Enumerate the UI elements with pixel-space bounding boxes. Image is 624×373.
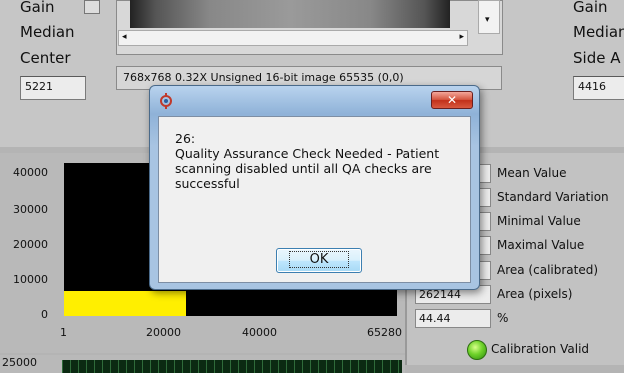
percent-field: 44.44 bbox=[415, 309, 491, 328]
x-tick-20000: 20000 bbox=[146, 326, 181, 339]
y-tick-20000: 20000 bbox=[13, 238, 48, 251]
calibration-valid-label: Calibration Valid bbox=[491, 342, 590, 356]
ok-button[interactable]: OK bbox=[276, 248, 362, 273]
app-icon bbox=[160, 93, 172, 109]
close-icon: ✕ bbox=[446, 93, 458, 107]
area-calibrated-label: Area (calibrated) bbox=[497, 263, 599, 277]
scroll-down-icon[interactable]: ▾ bbox=[485, 15, 490, 25]
maximal-value-label: Maximal Value bbox=[497, 238, 585, 252]
image-horizontal-scrollbar[interactable]: ◂ ▸ bbox=[118, 30, 468, 46]
left-gain-button[interactable] bbox=[84, 0, 100, 14]
x-tick-65280: 65280 bbox=[367, 326, 402, 339]
right-median-label: Median bbox=[573, 23, 624, 41]
y-tick-40000: 40000 bbox=[13, 166, 48, 179]
dialog-message: 26: Quality Assurance Check Needed - Pat… bbox=[175, 131, 465, 191]
image-preview bbox=[130, 0, 450, 28]
standard-variation-label: Standard Variation bbox=[497, 190, 609, 204]
minimal-value-label: Minimal Value bbox=[497, 214, 581, 228]
dialog-body: 26: Quality Assurance Check Needed - Pat… bbox=[158, 116, 471, 283]
dialog-close-button[interactable]: ✕ bbox=[431, 91, 473, 109]
histogram-fill bbox=[64, 291, 186, 316]
left-median-label: Median bbox=[20, 23, 75, 41]
image-vertical-scrollbar[interactable]: ▾ bbox=[478, 0, 500, 34]
y-tick-0: 0 bbox=[41, 308, 48, 321]
side-a-value-field[interactable]: 4416 bbox=[573, 76, 624, 100]
percent-label: % bbox=[497, 311, 509, 325]
left-center-label: Center bbox=[20, 49, 71, 67]
left-gain-label: Gain bbox=[20, 0, 55, 16]
x-tick-1: 1 bbox=[60, 326, 67, 339]
bottom-graph-plot bbox=[62, 360, 402, 373]
calibration-led-icon bbox=[467, 340, 487, 360]
scroll-left-icon[interactable]: ◂ bbox=[122, 32, 127, 42]
y-tick-10000: 10000 bbox=[13, 273, 48, 286]
mean-value-label: Mean Value bbox=[497, 166, 567, 180]
area-pixels-label: Area (pixels) bbox=[497, 287, 573, 301]
right-gain-label: Gain bbox=[573, 0, 608, 16]
ok-button-label: OK bbox=[288, 251, 350, 268]
dialog-message-code: 26: bbox=[175, 131, 196, 146]
dialog-message-text: Quality Assurance Check Needed - Patient… bbox=[175, 146, 440, 191]
bottom-y-tick: 25000 bbox=[2, 356, 37, 369]
scroll-right-icon[interactable]: ▸ bbox=[459, 32, 464, 42]
center-value-field[interactable]: 5221 bbox=[20, 76, 86, 100]
error-dialog: ✕ 26: Quality Assurance Check Needed - P… bbox=[149, 85, 480, 290]
y-tick-30000: 30000 bbox=[13, 203, 48, 216]
right-side-label: Side A bbox=[573, 49, 621, 67]
x-tick-40000: 40000 bbox=[242, 326, 277, 339]
